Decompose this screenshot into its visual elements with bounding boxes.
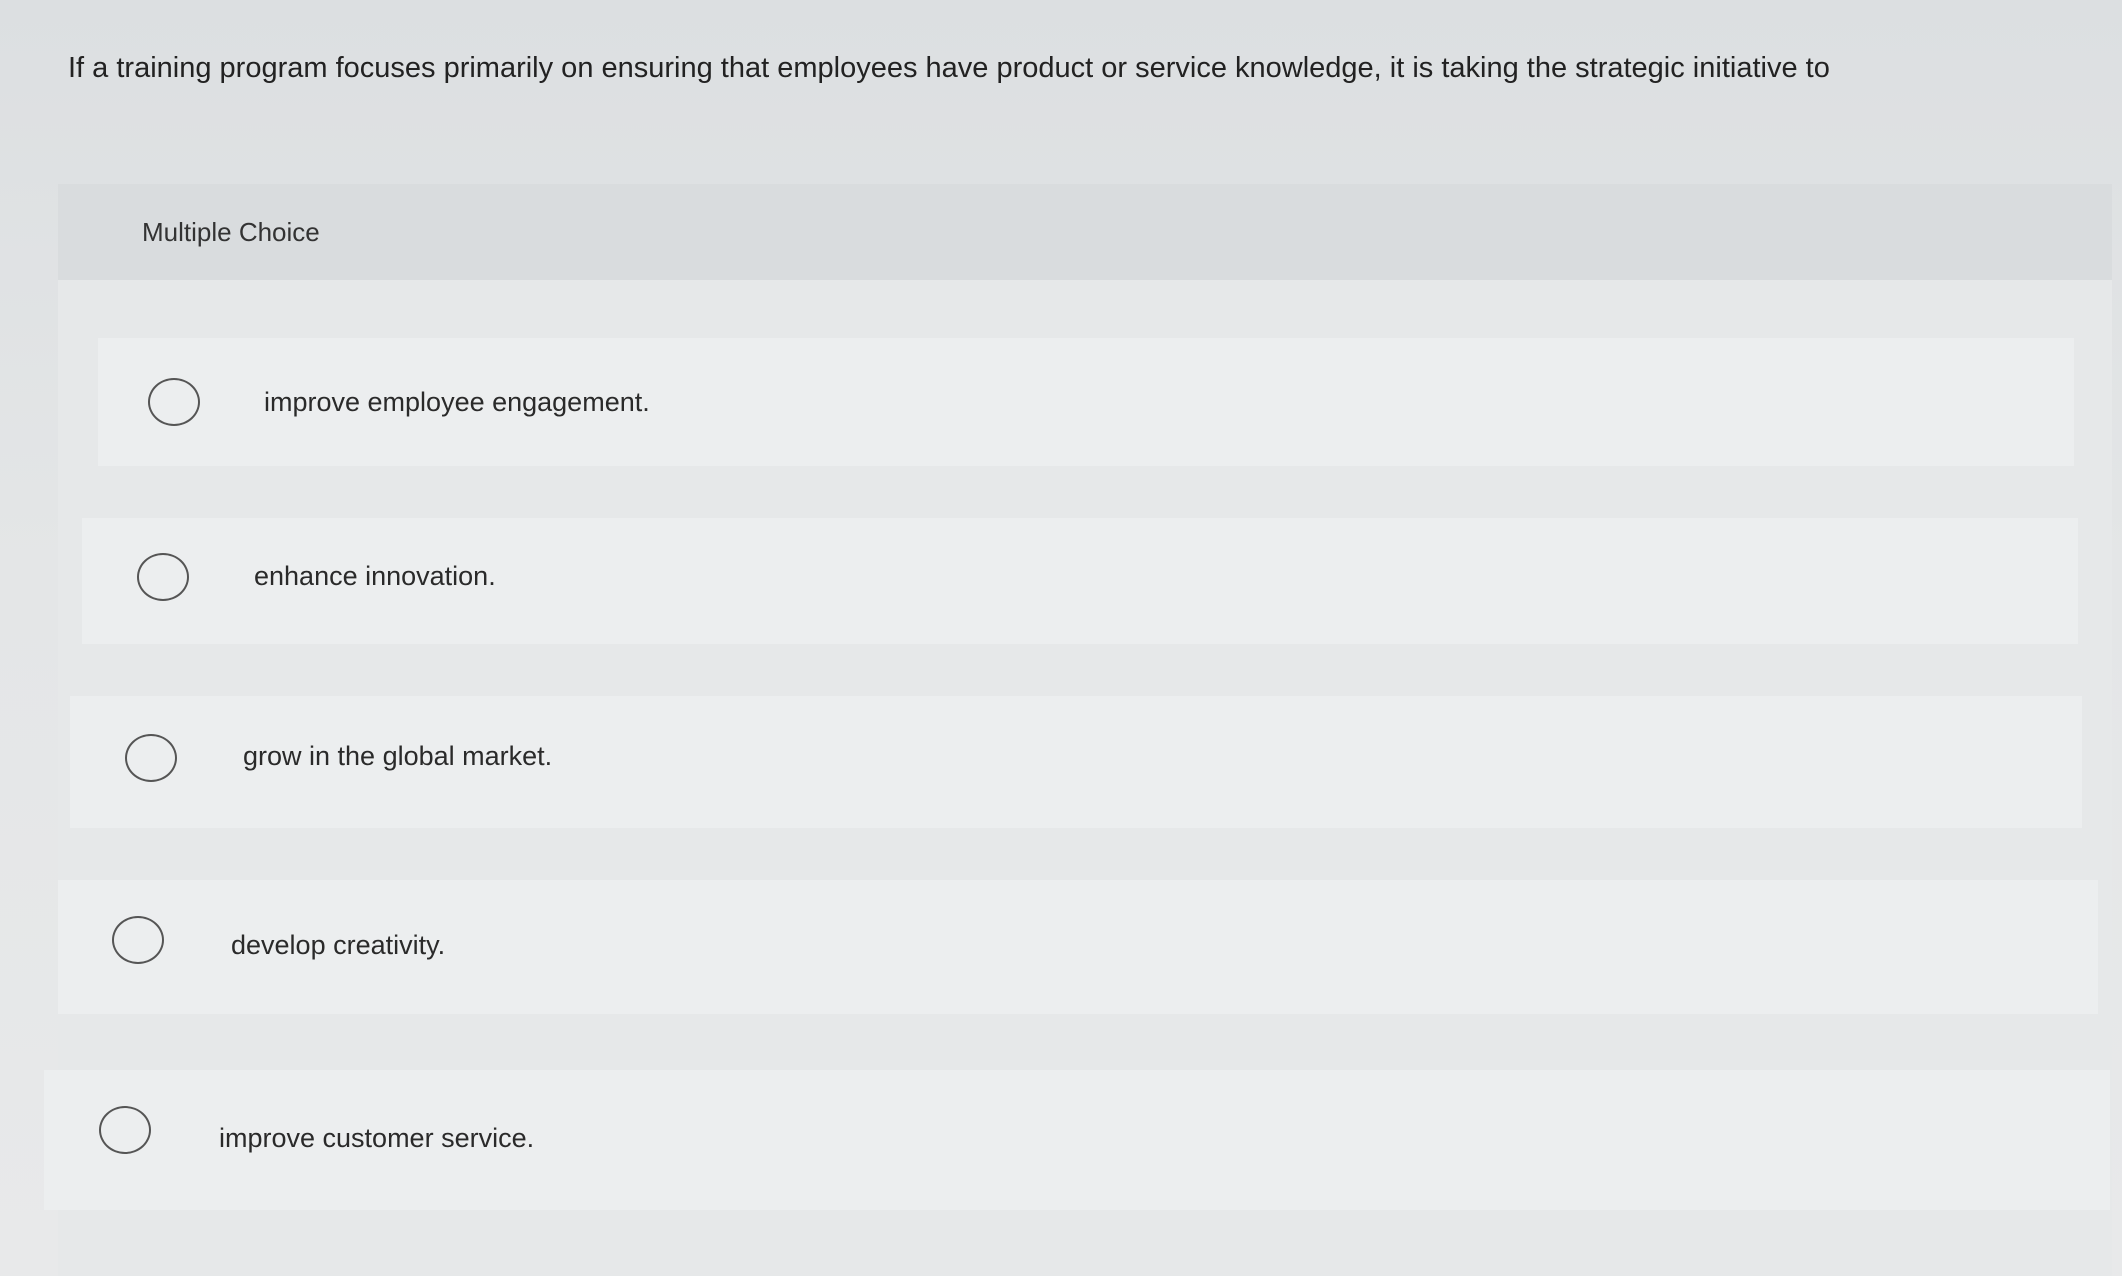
- answer-option-label: improve customer service.: [219, 1123, 535, 1153]
- answer-option-label: develop creativity.: [231, 930, 446, 960]
- multiple-choice-label: Multiple Choice: [142, 217, 320, 247]
- radio-button-icon[interactable]: [137, 553, 189, 601]
- radio-button-icon[interactable]: [99, 1106, 151, 1154]
- multiple-choice-header: Multiple Choice: [58, 184, 2112, 280]
- answer-option-2[interactable]: enhance innovation.: [82, 518, 2078, 644]
- answer-option-3[interactable]: grow in the global market.: [70, 696, 2082, 828]
- radio-button-icon[interactable]: [125, 734, 177, 782]
- answer-option-5[interactable]: improve customer service.: [44, 1070, 2110, 1210]
- answer-option-label: grow in the global market.: [243, 741, 553, 771]
- answer-option-4[interactable]: develop creativity.: [58, 880, 2098, 1014]
- radio-button-icon[interactable]: [148, 378, 200, 426]
- radio-button-icon[interactable]: [112, 916, 164, 964]
- answer-option-1[interactable]: improve employee engagement.: [98, 338, 2074, 466]
- answer-option-label: enhance innovation.: [254, 561, 496, 591]
- answer-option-label: improve employee engagement.: [264, 387, 650, 417]
- question-text: If a training program focuses primarily …: [68, 52, 1830, 84]
